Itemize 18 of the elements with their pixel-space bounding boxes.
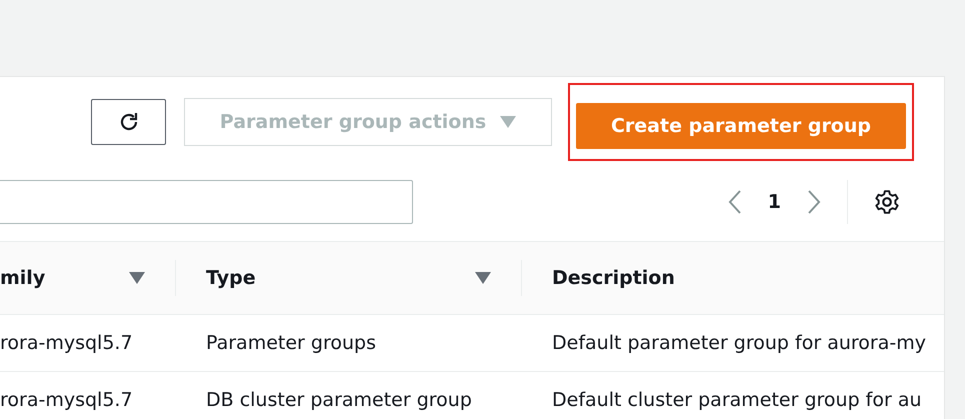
table-cell: Parameter groups (206, 332, 376, 354)
sort-caret-icon[interactable] (475, 272, 491, 284)
table-cell: Default cluster parameter group for au (552, 389, 922, 411)
caret-icon (500, 116, 516, 128)
table-cell: rora-mysql5.7 (0, 332, 133, 354)
refresh-button[interactable] (91, 99, 166, 145)
search-field[interactable] (0, 180, 413, 224)
table-cell: rora-mysql5.7 (0, 389, 133, 411)
table-cell: Default parameter group for aurora-my (552, 332, 926, 354)
previous-page-icon[interactable] (728, 189, 742, 215)
column-header[interactable]: mily (0, 267, 46, 289)
table-cell: DB cluster parameter group (206, 389, 472, 411)
sort-caret-icon[interactable] (129, 272, 145, 284)
page-number[interactable]: 1 (768, 191, 781, 213)
column-header[interactable]: Description (552, 267, 675, 289)
settings-icon[interactable] (874, 189, 900, 215)
next-page-icon[interactable] (807, 189, 821, 215)
column-header[interactable]: Type (206, 267, 256, 289)
